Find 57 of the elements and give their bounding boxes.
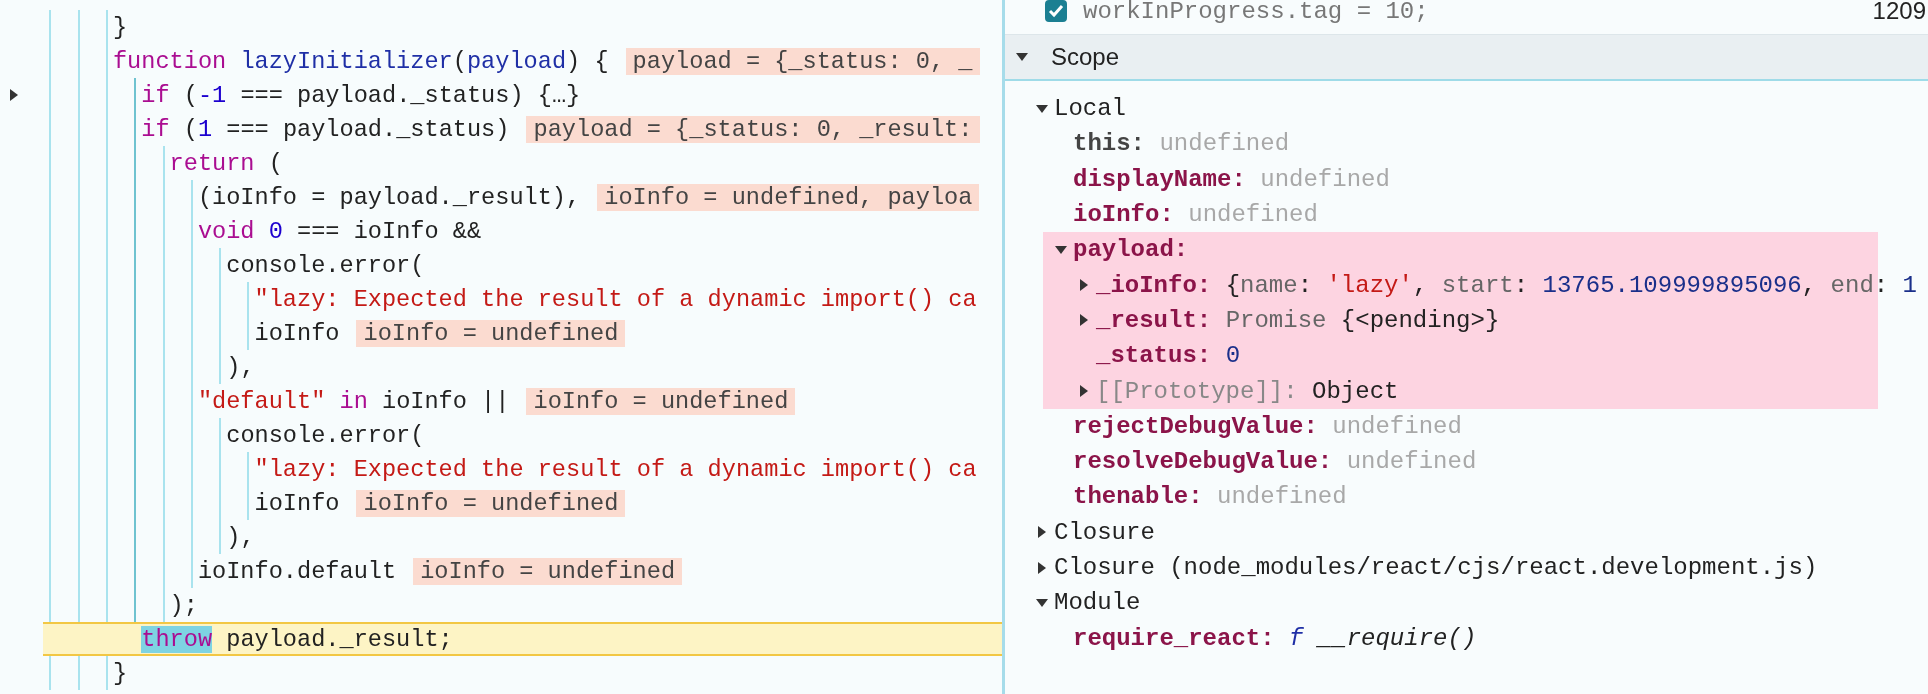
scope-variable: _result: Promise {<pending>} bbox=[1096, 306, 1500, 334]
scope-section-label[interactable]: Module bbox=[1054, 589, 1141, 617]
code-line: "lazy: Expected the result of a dynamic import() ca bbox=[254, 455, 977, 483]
triangle-right-icon[interactable] bbox=[1078, 279, 1090, 292]
scope-variable: [[Prototype]]: Object bbox=[1096, 377, 1399, 405]
inline-value: ioInfo = undefined bbox=[356, 319, 626, 347]
code-line: } bbox=[112, 13, 128, 41]
inline-value: payload = {_status: 0, _result: bbox=[526, 115, 980, 143]
code-line: function lazyInitializer(payload) { bbox=[112, 47, 609, 75]
triangle-down-icon[interactable] bbox=[1036, 102, 1048, 115]
triangle-down-icon[interactable] bbox=[1055, 243, 1067, 256]
code-line: "default" in ioInfo || bbox=[197, 387, 510, 415]
code-line: ioInfo bbox=[254, 489, 340, 517]
code-line: (ioInfo = payload._result), bbox=[197, 183, 581, 211]
inline-value: ioInfo = undefined, payloa bbox=[597, 183, 980, 211]
code-line: return ( bbox=[169, 149, 283, 177]
scope-section-label[interactable]: Local bbox=[1054, 95, 1126, 123]
section-title[interactable]: Scope bbox=[1051, 43, 1120, 71]
triangle-right-icon[interactable] bbox=[1036, 526, 1048, 539]
scope-variable: ioInfo: undefined bbox=[1073, 201, 1318, 229]
scope-section-label[interactable]: Closure bbox=[1054, 518, 1155, 546]
triangle-right-icon[interactable] bbox=[1036, 561, 1048, 574]
scope-variable: payload: bbox=[1073, 236, 1189, 264]
scope-variable: _ioInfo: {name: 'lazy', start: 13765.109999895096, end: 1 bbox=[1096, 271, 1917, 299]
checkbox[interactable] bbox=[1045, 0, 1067, 22]
code-line: throw payload._result; bbox=[141, 625, 453, 653]
code-line: ); bbox=[169, 591, 198, 619]
code-line: void 0 === ioInfo && bbox=[197, 217, 482, 245]
code-line: } bbox=[112, 659, 128, 687]
triangle-right-icon[interactable] bbox=[1078, 385, 1090, 397]
inline-value: payload = {_status: 0, _ bbox=[625, 47, 980, 75]
code-line: ioInfo bbox=[254, 319, 340, 347]
scope-variable: displayName: undefined bbox=[1073, 165, 1390, 193]
triangle-right-icon[interactable] bbox=[1078, 314, 1090, 327]
scope-variable: thenable: undefined bbox=[1073, 483, 1347, 511]
scope-section-label[interactable]: Closure (node_modules/react/cjs/react.development.js) bbox=[1054, 554, 1818, 581]
code-line: ), bbox=[226, 523, 255, 551]
code-line: "lazy: Expected the result of a dynamic import() ca bbox=[254, 285, 977, 313]
watch-expression: workInProgress.tag = 10; bbox=[1083, 0, 1429, 25]
scope-variable: this: undefined bbox=[1073, 130, 1290, 158]
inline-value: ioInfo = undefined bbox=[413, 557, 683, 585]
triangle-down-icon[interactable] bbox=[1016, 51, 1028, 63]
scope-variable: resolveDebugValue: undefined bbox=[1073, 448, 1477, 476]
inline-value: ioInfo = undefined bbox=[526, 387, 796, 415]
triangle-right-icon[interactable] bbox=[8, 89, 20, 101]
line-number: 1209 bbox=[1872, 0, 1927, 25]
code-line: ), bbox=[226, 353, 255, 381]
inline-value: ioInfo = undefined bbox=[356, 489, 626, 517]
code-line: console.error( bbox=[226, 251, 425, 279]
scope-variable: require_react: f __require() bbox=[1073, 624, 1477, 652]
code-line: ioInfo.default bbox=[197, 557, 397, 585]
scope-variable: rejectDebugValue: undefined bbox=[1073, 412, 1462, 440]
code-line: if (1 === payload._status) bbox=[141, 115, 510, 143]
scope-variable: _status: 0 bbox=[1096, 342, 1241, 370]
code-line: if (-1 === payload._status) {…} bbox=[141, 81, 581, 109]
code-line: console.error( bbox=[226, 421, 425, 449]
triangle-down-icon[interactable] bbox=[1036, 596, 1048, 609]
